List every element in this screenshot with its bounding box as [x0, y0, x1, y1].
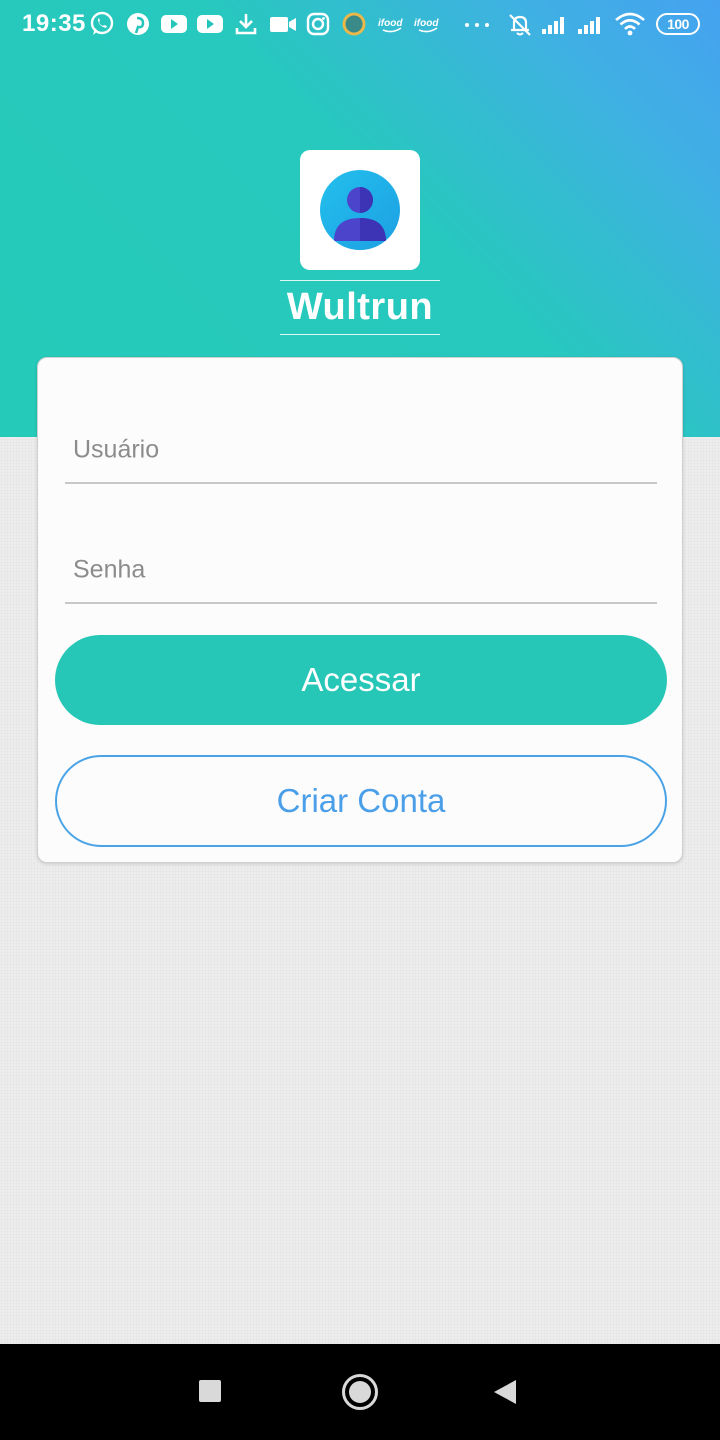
- signal-icon: [578, 17, 600, 34]
- app-circle-icon: [342, 12, 366, 36]
- login-button[interactable]: Acessar: [55, 635, 667, 725]
- username-field[interactable]: Usuário: [65, 388, 657, 484]
- pinterest-icon: [127, 13, 149, 35]
- app-logo: [300, 150, 420, 270]
- back-icon[interactable]: [492, 1378, 518, 1406]
- status-time: 19:35: [22, 10, 86, 37]
- login-card: Usuário Senha Acessar Criar Conta: [37, 357, 683, 863]
- password-placeholder: Senha: [73, 555, 146, 584]
- login-screen: 19:35 ifood ifood 100 Wultrun Usuário Se…: [0, 0, 720, 1440]
- more-dots-icon: [465, 23, 489, 27]
- status-bar: 19:35 ifood ifood 100: [0, 0, 720, 48]
- username-placeholder: Usuário: [73, 435, 160, 464]
- bell-off-icon: [509, 14, 531, 36]
- whatsapp-icon: [90, 11, 114, 35]
- password-field[interactable]: Senha: [65, 508, 657, 604]
- navigation-bar: [0, 1344, 720, 1440]
- recents-icon[interactable]: [199, 1380, 221, 1402]
- video-camera-icon: [270, 17, 296, 32]
- user-avatar-icon: [320, 170, 400, 250]
- battery-icon: 100: [656, 13, 700, 35]
- wifi-icon: [615, 12, 645, 36]
- app-title: Wultrun: [286, 286, 434, 328]
- signal-icon: [542, 17, 564, 34]
- svg-text:ifood: ifood: [414, 18, 439, 29]
- ifood-icon: ifood: [414, 18, 439, 33]
- download-icon: [235, 14, 257, 35]
- svg-text:ifood: ifood: [378, 18, 403, 29]
- battery-level: 100: [667, 16, 689, 32]
- ifood-icon: ifood: [378, 18, 403, 33]
- youtube-icon: [161, 15, 187, 33]
- title-divider-top: [280, 280, 440, 281]
- youtube-icon: [197, 15, 223, 33]
- instagram-icon: [306, 12, 330, 36]
- home-icon[interactable]: [342, 1374, 378, 1410]
- create-account-button[interactable]: Criar Conta: [55, 755, 667, 847]
- title-divider-bottom: [280, 334, 440, 335]
